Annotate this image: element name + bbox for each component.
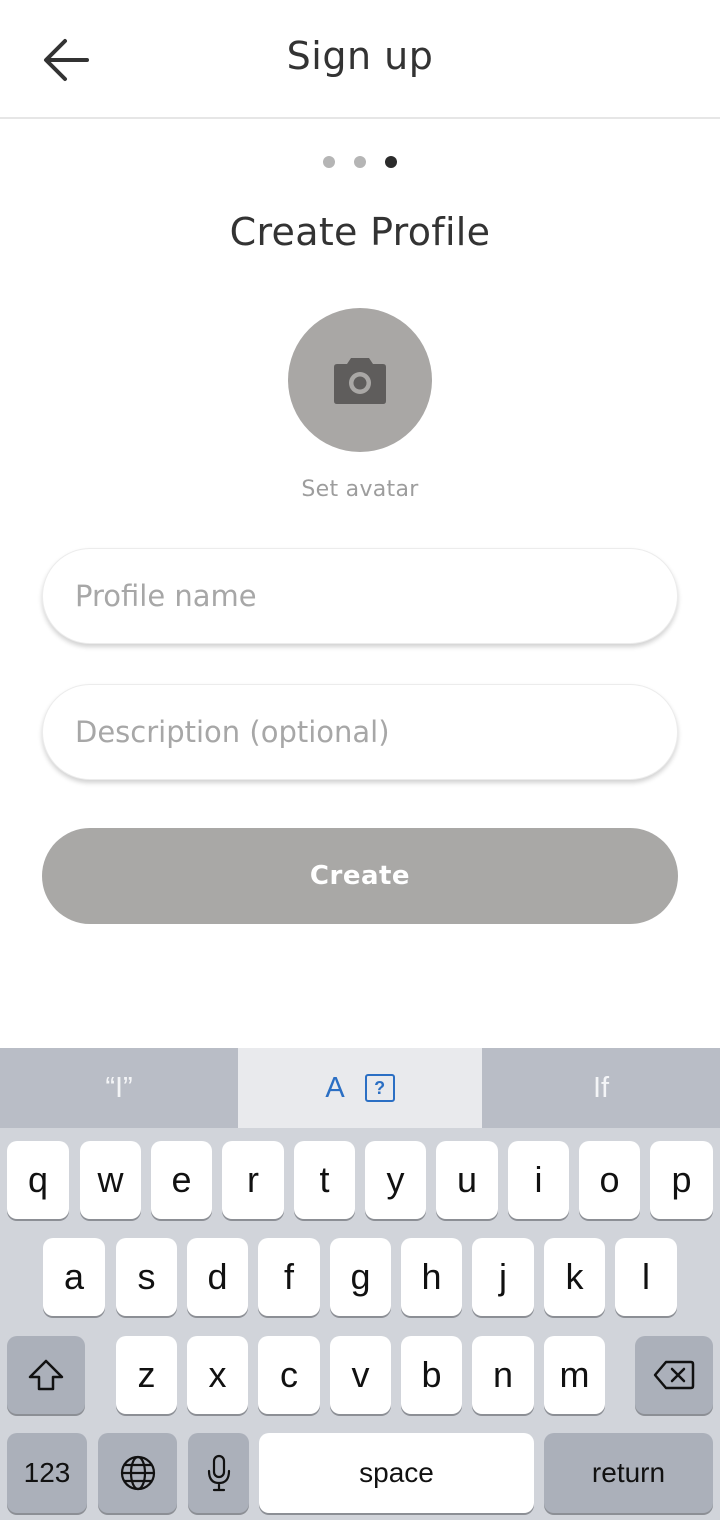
- backspace-icon: [653, 1360, 695, 1390]
- suggestion-right[interactable]: If: [482, 1048, 720, 1128]
- key-k[interactable]: k: [544, 1238, 605, 1316]
- profile-name-input[interactable]: [75, 579, 677, 613]
- key-o[interactable]: o: [579, 1141, 640, 1219]
- step-dot: [354, 156, 366, 168]
- key-j[interactable]: j: [472, 1238, 534, 1316]
- return-key[interactable]: return: [544, 1433, 713, 1513]
- suggestion-left[interactable]: “I”: [0, 1048, 238, 1128]
- key-b[interactable]: b: [401, 1336, 462, 1414]
- key-t[interactable]: t: [294, 1141, 355, 1219]
- question-box-icon: ?: [364, 1074, 395, 1102]
- key-z[interactable]: z: [116, 1336, 177, 1414]
- profile-name-field[interactable]: [42, 548, 678, 644]
- key-f[interactable]: f: [258, 1238, 320, 1316]
- key-n[interactable]: n: [472, 1336, 534, 1414]
- microphone-icon: [207, 1454, 230, 1492]
- key-c[interactable]: c: [258, 1336, 320, 1414]
- globe-key[interactable]: [98, 1433, 177, 1513]
- create-button[interactable]: Create: [42, 828, 678, 924]
- key-w[interactable]: w: [80, 1141, 141, 1219]
- key-g[interactable]: g: [330, 1238, 391, 1316]
- step-dot-active: [385, 156, 397, 168]
- key-y[interactable]: y: [365, 1141, 426, 1219]
- key-p[interactable]: p: [650, 1141, 713, 1219]
- key-r[interactable]: r: [222, 1141, 284, 1219]
- globe-icon: [120, 1455, 155, 1491]
- key-m[interactable]: m: [544, 1336, 605, 1414]
- page-title: Sign up: [286, 34, 434, 78]
- step-indicator: [0, 156, 720, 168]
- key-u[interactable]: u: [436, 1141, 498, 1219]
- keyboard: “I” A ? If q w e r t y u i o p a s d f g…: [0, 1048, 720, 1520]
- key-d[interactable]: d: [187, 1238, 248, 1316]
- header-bar: Sign up: [0, 0, 720, 119]
- key-e[interactable]: e: [151, 1141, 212, 1219]
- key-s[interactable]: s: [116, 1238, 177, 1316]
- space-key[interactable]: space: [259, 1433, 534, 1513]
- camera-icon: [334, 358, 386, 404]
- avatar-label: Set avatar: [301, 477, 419, 502]
- avatar-button[interactable]: [288, 308, 432, 452]
- key-l[interactable]: l: [615, 1238, 677, 1316]
- suggestion-bar: “I” A ? If: [0, 1048, 720, 1128]
- description-input[interactable]: [75, 715, 677, 749]
- key-v[interactable]: v: [330, 1336, 391, 1414]
- description-field[interactable]: [42, 684, 678, 780]
- shift-key[interactable]: [7, 1336, 85, 1414]
- key-i[interactable]: i: [508, 1141, 569, 1219]
- suggestion-middle[interactable]: A ?: [238, 1048, 482, 1128]
- key-q[interactable]: q: [7, 1141, 69, 1219]
- backspace-key[interactable]: [635, 1336, 713, 1414]
- step-dot: [323, 156, 335, 168]
- key-a[interactable]: a: [43, 1238, 105, 1316]
- key-h[interactable]: h: [401, 1238, 462, 1316]
- microphone-key[interactable]: [188, 1433, 249, 1513]
- section-title: Create Profile: [229, 210, 491, 254]
- key-x[interactable]: x: [187, 1336, 248, 1414]
- shift-icon: [28, 1359, 64, 1391]
- numbers-key[interactable]: 123: [7, 1433, 87, 1513]
